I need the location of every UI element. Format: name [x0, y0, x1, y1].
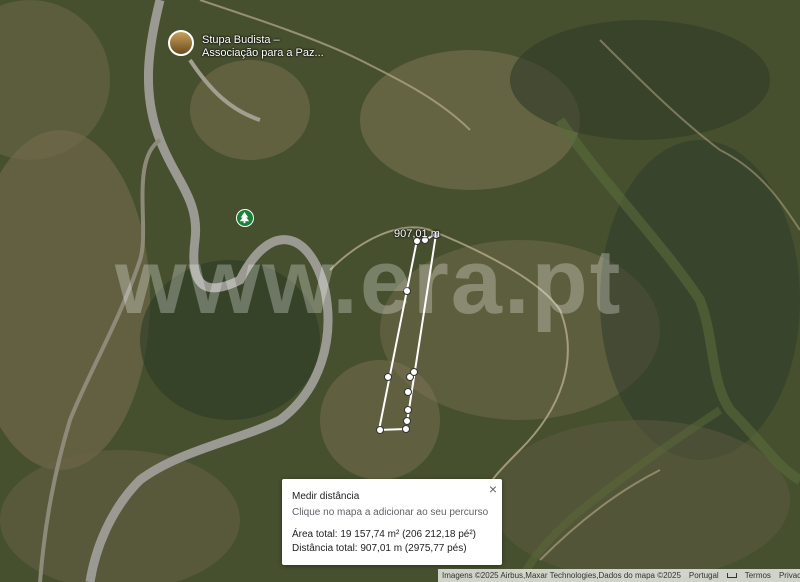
photo-thumbnail-icon[interactable]	[168, 30, 194, 56]
measure-vertex	[403, 417, 411, 425]
country-link[interactable]: Portugal	[685, 571, 723, 580]
scale-bar[interactable]	[726, 573, 737, 578]
distance-total: Distância total: 907,01 m (2975,77 pés)	[292, 543, 467, 554]
terms-link[interactable]: Termos	[741, 571, 775, 580]
measure-vertex	[376, 426, 384, 434]
poi-name-line2: Associação para a Paz...	[202, 47, 324, 59]
measure-panel: Medir distância Clique no mapa a adicion…	[282, 479, 502, 565]
poi-label[interactable]: Stupa Budista – Associação para a Paz...	[202, 34, 324, 60]
privacy-link[interactable]: Privacidade	[775, 571, 800, 580]
measure-vertex	[410, 368, 418, 376]
close-icon[interactable]: ×	[489, 481, 497, 497]
tree-pin-icon[interactable]	[236, 209, 254, 227]
watermark: www.era.pt	[115, 231, 623, 333]
measure-vertex	[404, 388, 412, 396]
measure-vertex	[404, 406, 412, 414]
poi-name-line1: Stupa Budista –	[202, 34, 280, 46]
panel-title: Medir distância	[292, 491, 360, 502]
panel-hint: Clique no mapa a adicionar ao seu percur…	[292, 507, 489, 518]
attribution: Imagens ©2025 Airbus,Maxar Technologies,…	[442, 571, 681, 580]
measure-vertex	[402, 425, 410, 433]
distance-label: 907,01 m	[394, 228, 440, 240]
measure-vertex	[384, 373, 392, 381]
area-total: Área total: 19 157,74 m² (206 212,18 pé²…	[292, 529, 477, 540]
map-footer: Imagens ©2025 Airbus,Maxar Technologies,…	[438, 569, 800, 582]
